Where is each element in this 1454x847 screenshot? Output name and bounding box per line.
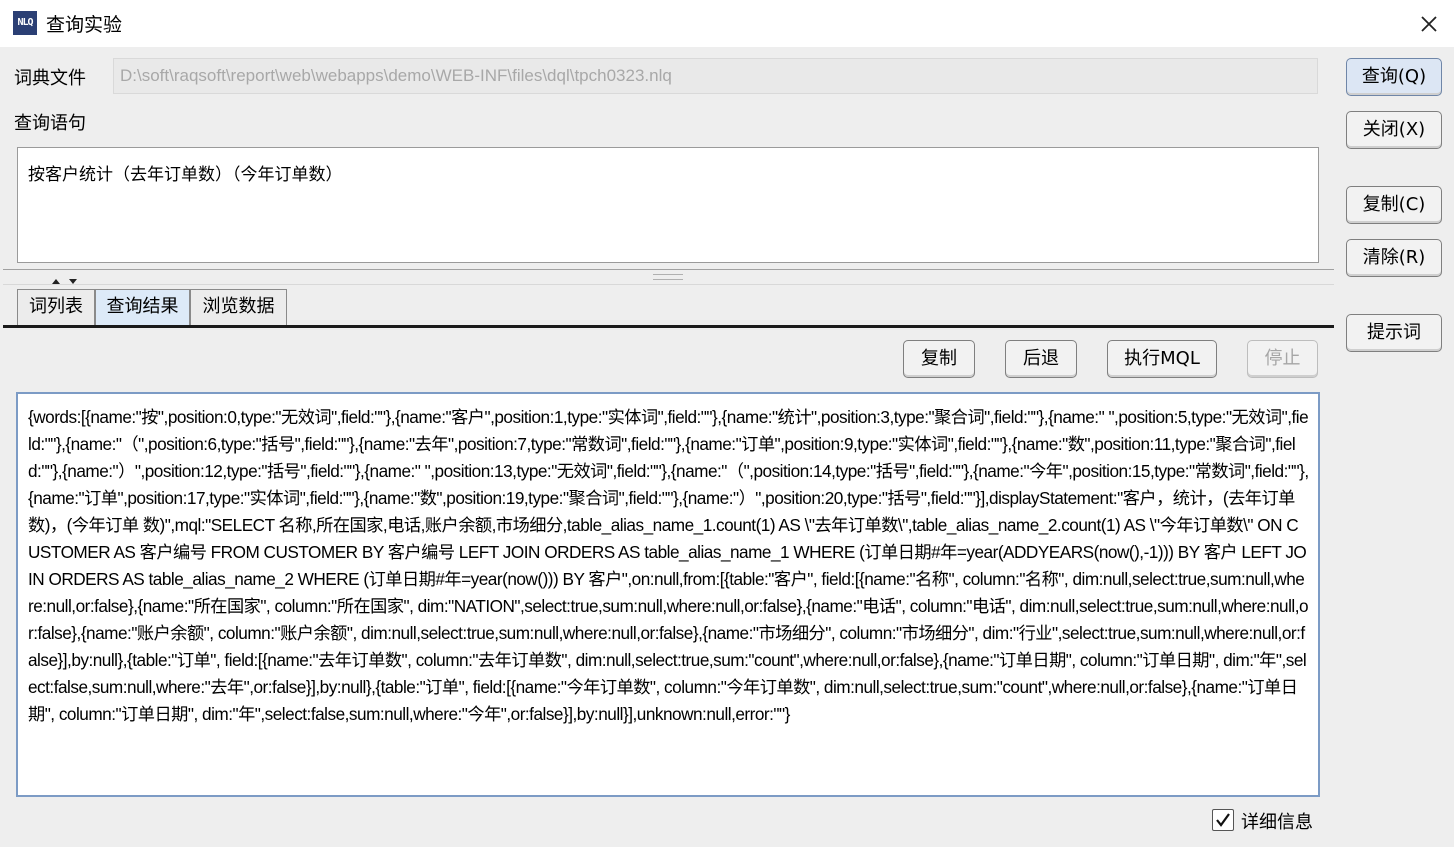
execute-mql-button[interactable]: 执行MQL xyxy=(1107,340,1217,378)
close-button[interactable]: 关闭(X) xyxy=(1346,111,1442,149)
query-statement-input[interactable]: 按客户统计（去年订单数）（今年订单数） xyxy=(17,147,1319,263)
app-logo-icon: NLQ xyxy=(13,11,37,35)
window-close-icon[interactable] xyxy=(1415,10,1443,38)
splitter-arrows-icon[interactable] xyxy=(51,271,81,284)
query-button[interactable]: 查询(Q) xyxy=(1346,58,1442,96)
splitter-line-lower xyxy=(3,284,1334,285)
dict-file-label: 词典文件 xyxy=(14,68,86,89)
result-back-button[interactable]: 后退 xyxy=(1005,340,1077,378)
clear-button[interactable]: 清除(R) xyxy=(1346,239,1442,277)
window-title: 查询实验 xyxy=(46,14,123,36)
checkmark-icon xyxy=(1216,813,1230,827)
tab-word-list[interactable]: 词列表 xyxy=(17,289,95,325)
tab-query-result[interactable]: 查询结果 xyxy=(95,289,190,326)
stop-button[interactable]: 停止 xyxy=(1247,340,1318,378)
title-bar: NLQ 查询实验 xyxy=(0,0,1454,47)
result-copy-button[interactable]: 复制 xyxy=(903,340,975,378)
detail-info-label: 详细信息 xyxy=(1241,812,1313,833)
query-statement-label: 查询语句 xyxy=(14,113,86,134)
query-experiment-window: NLQ 查询实验 词典文件 D:\soft\raqsoft\report\web… xyxy=(0,0,1454,847)
splitter-line xyxy=(3,269,1334,270)
copy-button[interactable]: 复制(C) xyxy=(1346,186,1442,224)
tab-strip-border xyxy=(3,325,1334,328)
tab-browse-data[interactable]: 浏览数据 xyxy=(190,289,287,325)
detail-info-checkbox[interactable] xyxy=(1212,809,1234,831)
query-result-text-area[interactable]: {words:[{name:"按",position:0,type:"无效词",… xyxy=(16,392,1320,797)
hint-words-button[interactable]: 提示词 xyxy=(1346,314,1442,352)
splitter-grip-icon[interactable] xyxy=(653,274,683,280)
dict-file-path-field[interactable]: D:\soft\raqsoft\report\web\webapps\demo\… xyxy=(113,58,1318,94)
